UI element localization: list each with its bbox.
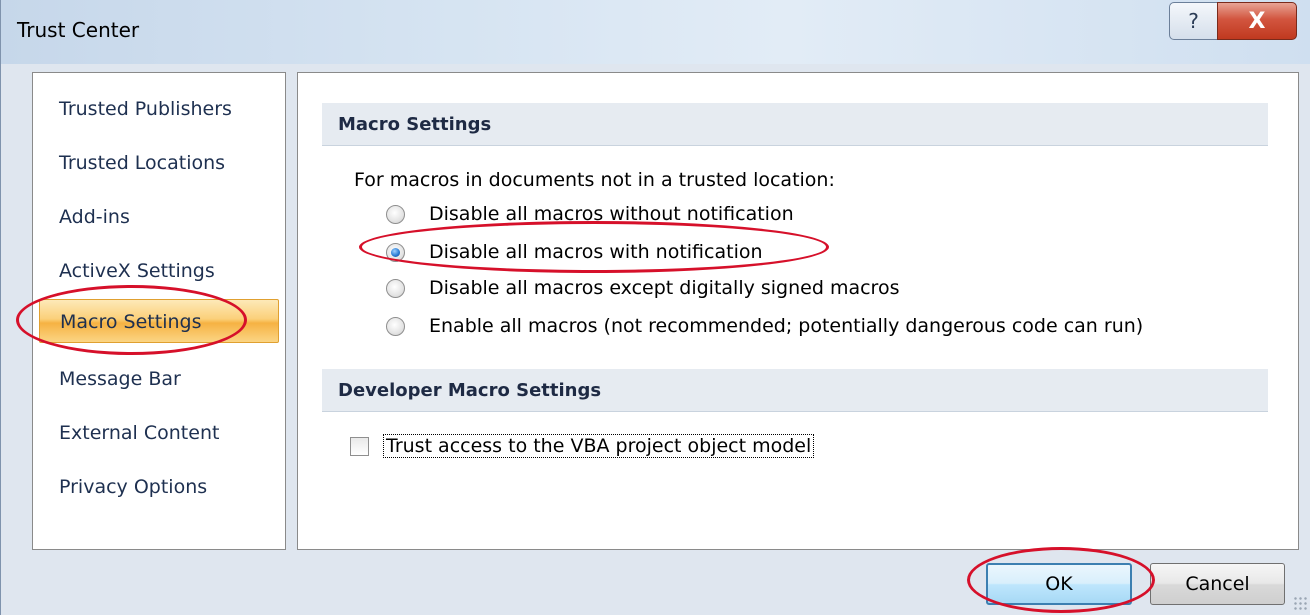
sidebar-item-add-ins[interactable]: Add-ins — [35, 195, 279, 239]
radio-button[interactable] — [386, 204, 405, 224]
radio-label: Disable all macros except digitally sign… — [429, 277, 900, 299]
help-button[interactable]: ? — [1169, 2, 1218, 40]
ok-button[interactable]: OK — [986, 563, 1132, 605]
close-icon: X — [1248, 8, 1266, 34]
radio-button[interactable] — [386, 316, 405, 336]
sidebar-item-message-bar[interactable]: Message Bar — [35, 357, 279, 401]
trust-vba-access-checkbox[interactable] — [350, 436, 369, 456]
macro-settings-header: Macro Settings — [322, 103, 1268, 146]
trust-vba-access-checkbox-row[interactable]: Trust access to the VBA project object m… — [350, 429, 815, 463]
close-button[interactable]: X — [1217, 2, 1297, 40]
content-panel: Macro Settings For macros in documents n… — [297, 72, 1299, 550]
cancel-button[interactable]: Cancel — [1150, 563, 1285, 605]
radio-button-checked[interactable] — [386, 242, 405, 262]
help-icon: ? — [1188, 9, 1199, 33]
sidebar-item-activex-settings[interactable]: ActiveX Settings — [35, 249, 279, 293]
macro-settings-prompt: For macros in documents not in a trusted… — [354, 169, 835, 191]
sidebar-item-external-content[interactable]: External Content — [35, 411, 279, 455]
sidebar-item-trusted-publishers[interactable]: Trusted Publishers — [35, 87, 279, 131]
window-title: Trust Center — [17, 18, 140, 42]
trust-center-dialog: Trust Center ? X Trusted Publishers Trus… — [0, 0, 1310, 615]
radio-enable-all[interactable]: Enable all macros (not recommended; pote… — [386, 309, 1143, 343]
radio-label: Disable all macros without notification — [429, 203, 794, 225]
sidebar-nav: Trusted Publishers Trusted Locations Add… — [32, 72, 286, 550]
radio-label: Disable all macros with notification — [429, 241, 763, 263]
checkbox-label: Trust access to the VBA project object m… — [383, 434, 815, 458]
radio-disable-with-notification[interactable]: Disable all macros with notification — [386, 235, 763, 269]
radio-label: Enable all macros (not recommended; pote… — [429, 315, 1144, 337]
developer-macro-settings-header: Developer Macro Settings — [322, 369, 1268, 412]
radio-button[interactable] — [386, 278, 405, 298]
radio-disable-without-notification[interactable]: Disable all macros without notification — [386, 197, 794, 231]
sidebar-item-macro-settings[interactable]: Macro Settings — [39, 299, 279, 343]
sidebar-item-privacy-options[interactable]: Privacy Options — [35, 465, 279, 509]
resize-grip-icon[interactable] — [1293, 596, 1307, 610]
radio-disable-except-signed[interactable]: Disable all macros except digitally sign… — [386, 271, 899, 305]
sidebar-item-trusted-locations[interactable]: Trusted Locations — [35, 141, 279, 185]
title-bar: Trust Center ? X — [1, 0, 1310, 64]
